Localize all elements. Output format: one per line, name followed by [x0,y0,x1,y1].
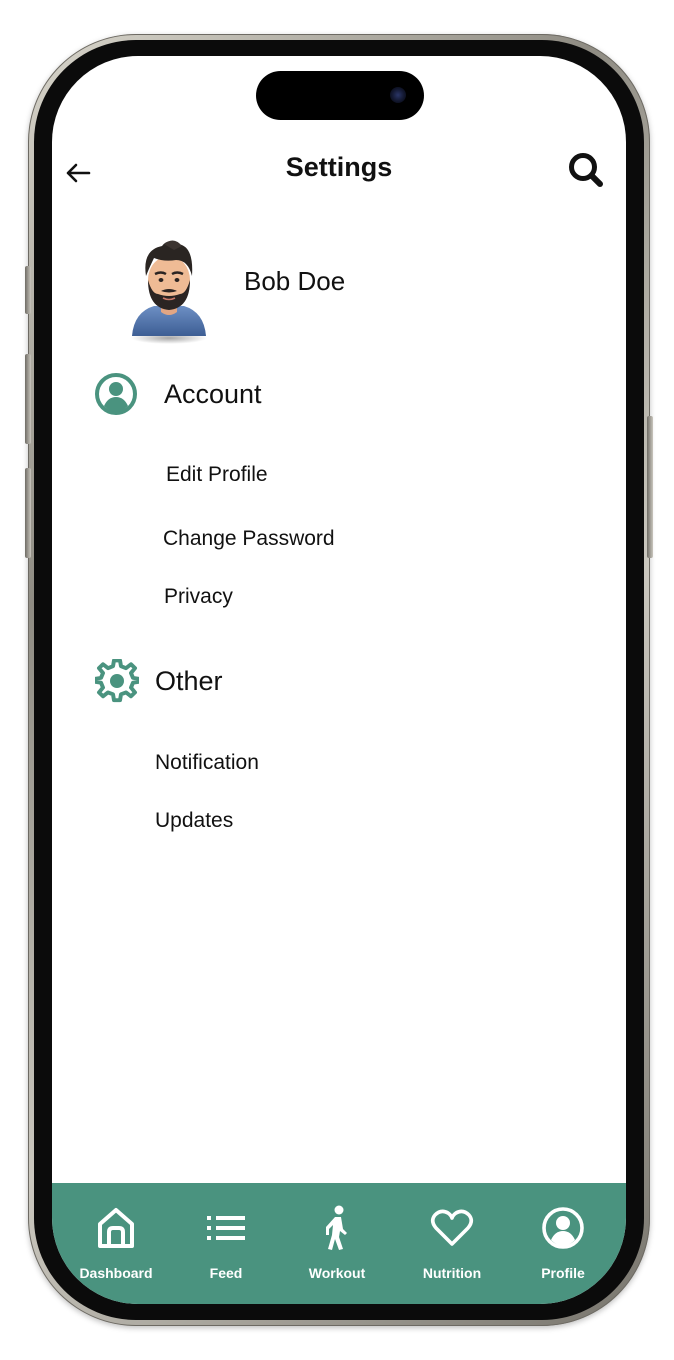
gear-icon [95,659,139,703]
dynamic-island [256,71,424,120]
nav-item-feed[interactable]: Feed [196,1183,256,1304]
top-bar: Settings [52,146,626,198]
search-button[interactable] [566,150,606,190]
nav-label-dashboard: Dashboard [79,1265,153,1281]
side-button-volume-down [25,468,31,558]
section-label-account: Account [164,378,262,409]
nav-item-workout[interactable]: Workout [302,1183,372,1304]
menu-item-privacy[interactable]: Privacy [164,585,233,609]
bottom-nav: Dashboard Feed Workout Nutrition Profile [52,1183,626,1304]
camera-lens [390,87,406,103]
nav-item-nutrition[interactable]: Nutrition [416,1183,488,1304]
side-button-power [647,416,653,558]
side-button-action [25,266,31,314]
section-other: Other [95,659,223,703]
search-icon [569,153,603,187]
menu-item-edit-profile[interactable]: Edit Profile [166,463,268,487]
walking-person-icon [326,1205,347,1250]
profile-header[interactable]: Bob Doe [124,236,564,348]
user-name: Bob Doe [244,266,346,296]
menu-item-change-password[interactable]: Change Password [163,527,335,551]
section-account: Account [94,372,262,416]
menu-item-notification[interactable]: Notification [155,751,259,775]
nav-label-nutrition: Nutrition [422,1265,482,1281]
heart-icon [430,1209,474,1246]
nav-label-profile: Profile [541,1265,585,1281]
nav-label-workout: Workout [308,1265,366,1281]
screen: Settings Bob Doe Account Edit Profile Ch… [52,56,626,1304]
side-button-volume-up [25,354,31,444]
page-title: Settings [285,152,393,182]
nav-item-dashboard[interactable]: Dashboard [76,1183,156,1304]
user-circle-icon [542,1207,584,1249]
avatar [131,240,207,344]
nav-item-profile[interactable]: Profile [530,1183,596,1304]
home-icon [98,1208,134,1248]
user-circle-icon [95,373,137,415]
nav-label-feed: Feed [209,1265,243,1281]
section-label-other: Other [155,665,223,696]
list-icon [207,1216,245,1240]
menu-item-updates[interactable]: Updates [155,809,233,833]
